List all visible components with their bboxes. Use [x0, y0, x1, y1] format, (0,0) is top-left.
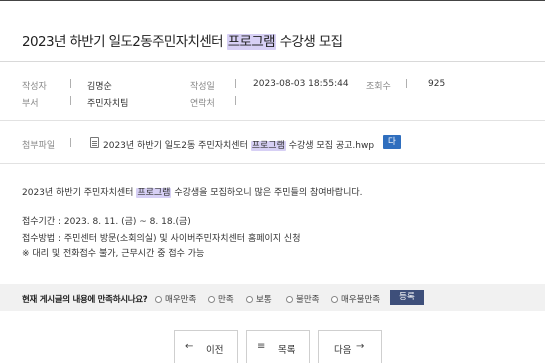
dept-value: 주민자치팀 [87, 99, 129, 109]
radio-icon[interactable] [208, 296, 215, 303]
file-icon [90, 137, 99, 148]
content-line: 접수기간 : 2023. 8. 11. (금) ~ 8. 18.(금) [22, 217, 191, 227]
meta-separator: | [69, 96, 73, 106]
file-name-suffix[interactable]: 수강생 모집 공고.hwp [289, 141, 374, 151]
date-value: 2023-08-03 18:55:44 [253, 79, 349, 89]
option-label: 만족 [218, 295, 234, 305]
radio-icon[interactable] [155, 296, 162, 303]
page-title: 2023년 하반기 일도2동주민자치센터 프로그램 수강생 모집 [22, 30, 343, 50]
attachment-label: 첨부파일 [22, 141, 56, 151]
content-highlight: 프로그램 [136, 188, 172, 198]
meta-separator: | [234, 79, 238, 89]
list-button[interactable]: ≡ 목록 [246, 330, 310, 363]
prev-label: 이전 [206, 345, 224, 356]
radio-icon[interactable] [246, 296, 253, 303]
dept-label: 부서 [22, 99, 39, 109]
meta-separator: | [69, 138, 73, 148]
views-label: 조회수 [366, 82, 391, 92]
survey-submit-button[interactable]: 등록 [390, 290, 424, 305]
option-label: 매우불만족 [341, 295, 381, 305]
title-highlight: 프로그램 [226, 34, 276, 50]
option-label: 불만족 [296, 295, 320, 305]
content-text: 수강생을 모집하오니 많은 주민들의 참여바랍니다. [174, 188, 363, 198]
prev-button[interactable]: ← 이전 [174, 330, 238, 363]
arrow-right-icon: → [356, 341, 365, 352]
date-label: 작성일 [190, 82, 215, 92]
meta-separator: | [405, 79, 409, 89]
post-header: 2023년 하반기 일도2동주민자치센터 프로그램 수강생 모집 [0, 0, 545, 62]
option-label: 매우만족 [165, 295, 197, 305]
content-text: 2023년 하반기 주민자치센터 [22, 188, 134, 198]
attachment-file-link[interactable]: 2023년 하반기 일도2동 주민자치센터 프로그램 수강생 모집 공고.hwp [103, 138, 374, 151]
meta-separator: | [234, 96, 238, 106]
option-label: 보통 [256, 295, 272, 305]
divider [0, 120, 545, 121]
survey-option-satisfied[interactable]: 만족 [208, 293, 234, 305]
author-value: 김명순 [87, 82, 112, 92]
file-name-prefix[interactable]: 2023년 하반기 일도2동 주민자치센터 [103, 141, 248, 151]
views-value: 925 [428, 79, 446, 89]
author-label: 작성자 [22, 82, 47, 92]
survey-option-dissatisfied[interactable]: 불만족 [286, 293, 319, 305]
arrow-left-icon: ← [185, 341, 194, 352]
content-line: 접수방법 : 주민센터 방문(소회의실) 및 사이버주민자치센터 홈페이지 신청 [22, 234, 301, 244]
content-line: ※ 대리 및 전화접수 불가, 근무시간 중 접수 가능 [22, 249, 205, 259]
meta-separator: | [69, 79, 73, 89]
survey-question: 현재 게시글의 내용에 만족하시나요? [22, 295, 148, 305]
file-name-highlight[interactable]: 프로그램 [250, 141, 286, 151]
survey-option-very-dissatisfied[interactable]: 매우불만족 [331, 293, 380, 305]
divider [0, 163, 545, 164]
radio-icon[interactable] [331, 296, 338, 303]
list-icon: ≡ [257, 341, 266, 352]
title-text-suffix: 수강생 모집 [279, 34, 343, 50]
contact-label: 연락처 [190, 99, 215, 109]
download-button[interactable]: 다운로드 [383, 135, 401, 189]
title-text-prefix: 2023년 하반기 일도2동주민자치센터 [22, 34, 224, 50]
survey-option-very-satisfied[interactable]: 매우만족 [155, 293, 196, 305]
radio-icon[interactable] [286, 296, 293, 303]
next-label: 다음 [334, 345, 352, 356]
list-label: 목록 [278, 345, 296, 356]
next-button[interactable]: 다음 → [318, 330, 382, 363]
satisfaction-survey: 현재 게시글의 내용에 만족하시나요? 매우만족 만족 보통 불만족 매우불만족… [0, 284, 545, 311]
survey-option-neutral[interactable]: 보통 [246, 293, 272, 305]
content-line: 2023년 하반기 주민자치센터 프로그램 수강생을 모집하오니 많은 주민들의… [22, 185, 363, 198]
